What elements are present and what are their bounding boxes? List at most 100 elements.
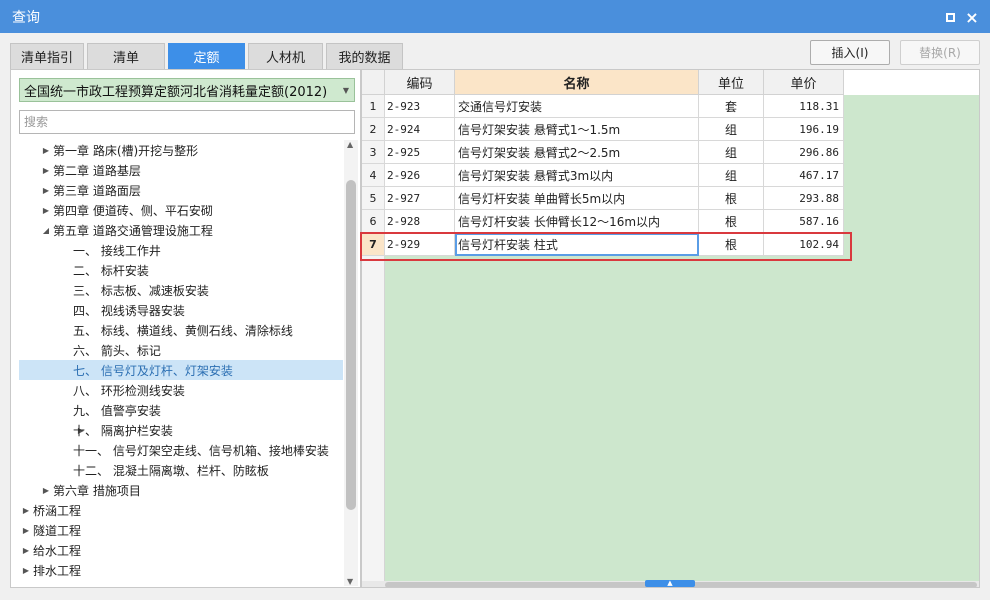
cell-code[interactable]: 2-925: [385, 141, 455, 164]
table-row[interactable]: 4 2-926 信号灯架安装 悬臂式3m以内组 467.17: [362, 164, 845, 187]
cell-price[interactable]: 293.88: [764, 187, 844, 210]
tree-item[interactable]: 八、 环形检测线安装: [19, 380, 343, 400]
cell-num: 5: [362, 187, 385, 210]
tree-item[interactable]: ▶ 第三章 道路面层: [19, 180, 343, 200]
tree-item[interactable]: ▶ 第二章 道路基层: [19, 160, 343, 180]
expand-icon[interactable]: ▶: [21, 540, 31, 560]
tree-item[interactable]: 九、 值警亭安装: [19, 400, 343, 420]
close-button[interactable]: ×: [962, 7, 982, 27]
table-row[interactable]: 5 2-927 信号灯杆安装 单曲臂长5m以内根 293.88: [362, 187, 845, 210]
tree-item[interactable]: ▶ 隧道工程: [19, 520, 343, 540]
library-select[interactable]: 全国统一市政工程预算定额河北省消耗量定额(2012) ▼: [19, 78, 355, 102]
cell-code[interactable]: 2-928: [385, 210, 455, 233]
cell-num: 2: [362, 118, 385, 141]
tab-bill-guide[interactable]: 清单指引: [10, 43, 84, 69]
tree-item-label: 给水工程: [33, 543, 82, 558]
table-row[interactable]: 2 2-924 信号灯架安装 悬臂式1～1.5m 组 196.19: [362, 118, 845, 141]
cell-unit[interactable]: 套: [699, 95, 764, 118]
cell-unit[interactable]: 根: [699, 187, 764, 210]
header-name[interactable]: 名称: [455, 70, 699, 95]
table-row[interactable]: 3 2-925 信号灯架安装 悬臂式2～2.5m 组 296.86: [362, 141, 845, 164]
cell-code[interactable]: 2-923: [385, 95, 455, 118]
panel-splitter-handle[interactable]: ▲: [645, 580, 695, 587]
tab-quota[interactable]: 定额: [168, 43, 245, 69]
tree-item-label: 第四章 便道砖、侧、平石安砌: [53, 203, 213, 218]
cell-unit[interactable]: 组: [699, 118, 764, 141]
close-icon: ×: [965, 7, 979, 27]
table-row[interactable]: 1 2-923 交通信号灯安装套 118.31: [362, 95, 845, 118]
cell-price[interactable]: 196.19: [764, 118, 844, 141]
cell-name[interactable]: 信号灯架安装 悬臂式3m以内: [455, 164, 699, 187]
cell-name[interactable]: 信号灯架安装 悬臂式1～1.5m: [455, 118, 699, 141]
cell-name[interactable]: 信号灯杆安装 单曲臂长5m以内: [455, 187, 699, 210]
tree-item[interactable]: 十一、 信号灯架空走线、信号机箱、接地棒安装: [19, 440, 343, 460]
cell-price[interactable]: 467.17: [764, 164, 844, 187]
tab-bill[interactable]: 清单: [87, 43, 165, 69]
expand-icon[interactable]: ▶: [21, 560, 31, 580]
tree-scrollbar[interactable]: ▲ ▼: [344, 140, 358, 586]
replace-button[interactable]: 替换(R): [900, 40, 980, 65]
cell-name[interactable]: 交通信号灯安装: [455, 95, 699, 118]
tree-item-label: 十一、 信号灯架空走线、信号机箱、接地棒安装: [73, 443, 329, 458]
insert-button[interactable]: 插入(I): [810, 40, 890, 65]
cell-price[interactable]: 118.31: [764, 95, 844, 118]
tree-item-label: 第五章 道路交通管理设施工程: [53, 223, 213, 238]
tree-item-label: 第六章 措施项目: [53, 483, 141, 498]
tree-item[interactable]: 三、 标志板、减速板安装: [19, 280, 343, 300]
cell-code[interactable]: 2-927: [385, 187, 455, 210]
tree-scrollbar-thumb[interactable]: [346, 180, 356, 510]
cell-unit[interactable]: 根: [699, 210, 764, 233]
tree-item[interactable]: 十二、 混凝土隔离墩、栏杆、防眩板: [19, 460, 343, 480]
cell-code[interactable]: 2-926: [385, 164, 455, 187]
cell-unit[interactable]: 组: [699, 164, 764, 187]
tree-item[interactable]: ▶ 第四章 便道砖、侧、平石安砌: [19, 200, 343, 220]
header-code[interactable]: 编码: [385, 70, 455, 95]
cell-num: 3: [362, 141, 385, 164]
expand-icon[interactable]: ▶: [41, 160, 51, 180]
tab-my-data[interactable]: 我的数据: [326, 43, 403, 69]
tree-item-label: 排水工程: [33, 563, 82, 578]
expand-icon[interactable]: ▶: [41, 180, 51, 200]
header-price[interactable]: 单价: [764, 70, 844, 95]
tree-item[interactable]: 七、 信号灯及灯杆、灯架安装: [19, 360, 343, 380]
expand-icon[interactable]: ▶: [21, 500, 31, 520]
tree-item[interactable]: ▶ 给水工程: [19, 540, 343, 560]
tab-bar: 清单指引 清单 定额 人材机 我的数据: [10, 43, 406, 69]
tree-item[interactable]: 一、 接线工作井: [19, 240, 343, 260]
tree-item[interactable]: 二、 标杆安装: [19, 260, 343, 280]
tree-item[interactable]: ▶ 十、 隔离护栏安装: [19, 420, 343, 440]
cell-price[interactable]: 587.16: [764, 210, 844, 233]
tree-item[interactable]: ◢ 第五章 道路交通管理设施工程: [19, 220, 343, 240]
tree-item[interactable]: 六、 箭头、标记: [19, 340, 343, 360]
restore-button[interactable]: [940, 7, 960, 27]
title-bar: 查询 ×: [0, 0, 990, 33]
tab-labor-material-machine[interactable]: 人材机: [248, 43, 323, 69]
expand-icon[interactable]: ▶: [41, 480, 51, 500]
tree-item[interactable]: 四、 视线诱导器安装: [19, 300, 343, 320]
tree-item-label: 十二、 混凝土隔离墩、栏杆、防眩板: [73, 463, 269, 478]
table-row[interactable]: 6 2-928 信号灯杆安装 长伸臂长12～16m以内根 587.16: [362, 210, 845, 233]
expand-icon[interactable]: ▶: [41, 200, 51, 220]
tree-item-label: 七、 信号灯及灯杆、灯架安装: [73, 363, 233, 378]
search-input[interactable]: [19, 110, 355, 134]
cell-name[interactable]: 信号灯杆安装 长伸臂长12～16m以内: [455, 210, 699, 233]
tree-item-label: 第一章 路床(槽)开挖与整形: [53, 143, 199, 158]
expand-icon[interactable]: ▶: [41, 140, 51, 160]
cell-price[interactable]: 296.86: [764, 141, 844, 164]
header-unit[interactable]: 单位: [699, 70, 764, 95]
tree-item[interactable]: 五、 标线、横道线、黄侧石线、清除标线: [19, 320, 343, 340]
scroll-down-icon[interactable]: ▼: [347, 577, 353, 586]
tree-item[interactable]: ▶ 第六章 措施项目: [19, 480, 343, 500]
tree-item[interactable]: ▶ 排水工程: [19, 560, 343, 580]
expanded-icon[interactable]: ◢: [41, 220, 51, 240]
tree-item[interactable]: ▶ 桥涵工程: [19, 500, 343, 520]
scroll-up-icon[interactable]: ▲: [347, 140, 353, 149]
tree-item-label: 隧道工程: [33, 523, 82, 538]
cell-code[interactable]: 2-924: [385, 118, 455, 141]
expand-icon[interactable]: ▶: [21, 520, 31, 540]
cell-unit[interactable]: 组: [699, 141, 764, 164]
cell-name[interactable]: 信号灯架安装 悬臂式2～2.5m: [455, 141, 699, 164]
tree-item[interactable]: ▶ 第一章 路床(槽)开挖与整形: [19, 140, 343, 160]
tree-item-label: 第三章 道路面层: [53, 183, 141, 198]
highlight-box: [360, 232, 852, 261]
